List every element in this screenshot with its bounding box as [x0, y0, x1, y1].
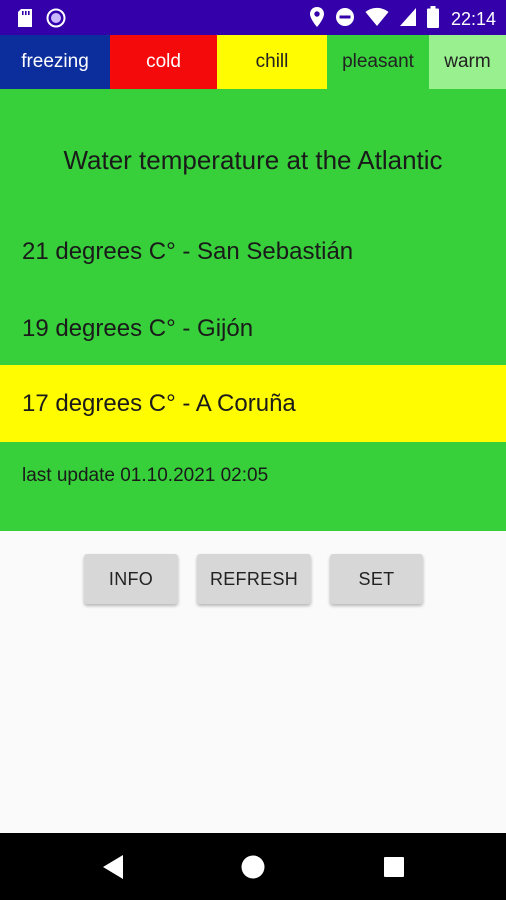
last-update-text: last update 01.10.2021 02:05 [22, 465, 269, 486]
signal-icon [399, 7, 417, 32]
legend-chill: chill [217, 35, 327, 89]
home-icon[interactable] [239, 853, 267, 881]
reading-row-a-coruna: 17 degrees C° - A Coruña [0, 365, 506, 442]
legend-warm: warm [429, 35, 506, 89]
location-icon [309, 6, 325, 33]
temperature-legend: freezing cold chill pleasant warm [0, 35, 506, 89]
status-left-icons [18, 8, 66, 33]
legend-pleasant: pleasant [327, 35, 429, 89]
battery-icon [426, 6, 439, 33]
navigation-bar [0, 833, 506, 900]
status-bar: 22:14 [0, 0, 506, 35]
reading-row-gijon: 19 degrees C° - Gijón [22, 314, 254, 342]
set-button[interactable]: SET [330, 554, 423, 604]
circle-notification-icon [46, 8, 66, 33]
sd-card-icon [18, 9, 32, 32]
temperature-panel: Water temperature at the Atlantic 21 deg… [0, 89, 506, 531]
reading-row-san-sebastian: 21 degrees C° - San Sebastián [22, 237, 354, 265]
status-time: 22:14 [450, 9, 496, 29]
recents-icon[interactable] [380, 853, 408, 881]
legend-freezing: freezing [0, 35, 110, 89]
wifi-icon [365, 7, 389, 32]
info-button[interactable]: INFO [84, 554, 178, 604]
status-right-icons: 22:14 [309, 6, 496, 33]
refresh-button[interactable]: REFRESH [197, 554, 311, 604]
back-icon[interactable] [99, 853, 127, 881]
do-not-disturb-icon [335, 7, 355, 32]
legend-cold: cold [110, 35, 217, 89]
panel-title: Water temperature at the Atlantic [63, 145, 443, 175]
